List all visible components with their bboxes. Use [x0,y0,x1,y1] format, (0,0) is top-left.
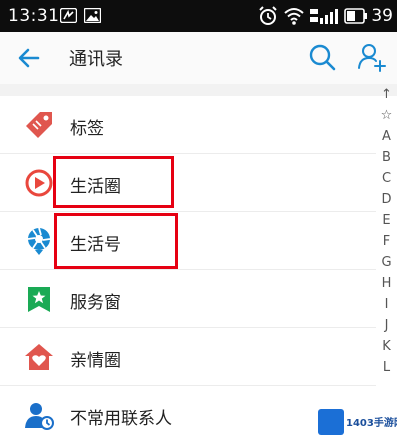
list-item-label: 标签 [70,119,104,139]
index-letter[interactable]: C [376,168,397,189]
tag-icon [26,112,52,138]
status-time: 13:31 [8,6,60,26]
inactive-contacts-icon [25,403,54,430]
index-letter[interactable]: H [376,273,397,294]
image-notification-icon [84,8,101,23]
index-letter[interactable]: ↑ [376,84,397,105]
watermark-logo-icon [318,409,344,435]
list-item-service-window[interactable]: 服务窗 [0,270,376,328]
life-account-icon [27,227,51,255]
battery-level: 39 [371,6,393,26]
highlight-box-life-account [54,213,178,269]
index-letter[interactable]: L [376,357,397,378]
index-letter[interactable]: E [376,210,397,231]
family-circle-icon [25,344,53,370]
app-bar: 通讯录 [0,32,397,84]
index-letter[interactable]: I [376,294,397,315]
alphabet-index-bar[interactable]: ↑ ☆ A B C D E F G H I J K L [376,84,397,384]
status-bar: 13:31 39 [0,0,397,32]
highlight-box-life-circle [53,156,174,208]
index-letter[interactable]: F [376,231,397,252]
signal-icon [310,9,338,24]
add-friend-icon[interactable] [356,41,388,73]
life-circle-icon [25,169,53,197]
list-item-label: 不常用联系人 [70,409,172,429]
page-title: 通讯录 [69,49,123,70]
index-letter[interactable]: ☆ [376,105,397,126]
alarm-clock-icon [259,6,277,25]
back-arrow-icon[interactable] [16,45,42,71]
list-item-family-circle[interactable]: 亲情圈 [0,328,376,386]
list-item-label: 服务窗 [70,293,121,313]
index-letter[interactable]: K [376,336,397,357]
service-window-icon [28,287,50,312]
contacts-menu-list: 标签 生活圈 生活号 服务窗 亲情圈 不常用联系人 [0,96,376,444]
watermark-text: 1403手游网 [346,418,397,429]
search-icon[interactable] [307,42,337,72]
wifi-icon [284,8,304,25]
notification-app-icon [60,8,77,23]
index-letter[interactable]: D [376,189,397,210]
list-item-tags[interactable]: 标签 [0,96,376,154]
index-letter[interactable]: A [376,126,397,147]
battery-icon [344,8,367,24]
list-item-label: 亲情圈 [70,351,121,371]
index-letter[interactable]: J [376,315,397,336]
watermark: 1403手游网 [318,404,397,440]
index-letter[interactable]: B [376,147,397,168]
section-spacer [0,84,397,96]
index-letter[interactable]: G [376,252,397,273]
